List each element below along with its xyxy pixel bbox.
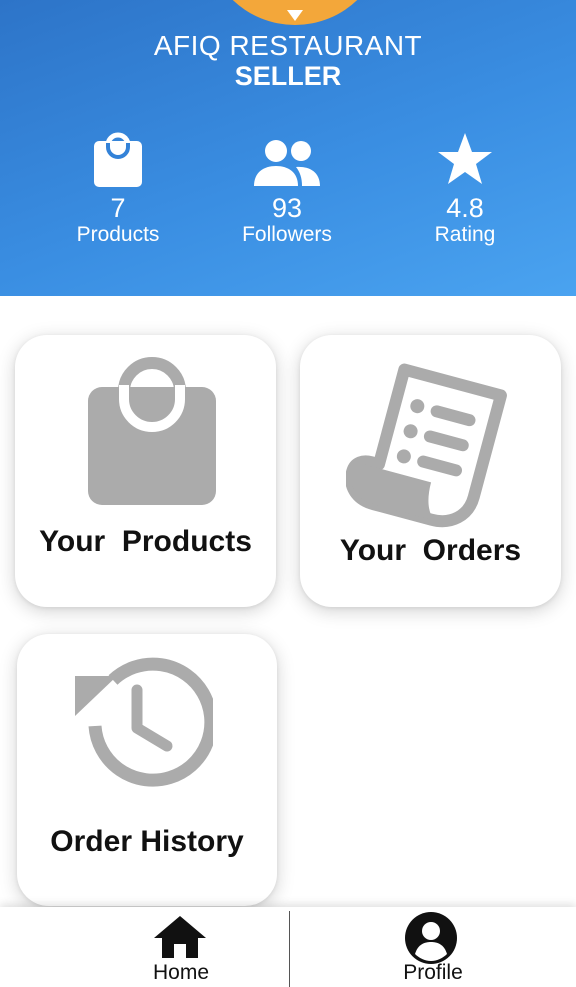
your-orders-card[interactable]: Your Orders (300, 335, 561, 607)
your-products-card[interactable]: Your Products (15, 335, 276, 607)
star-icon (438, 133, 492, 184)
stat-products-value: 7 (110, 193, 126, 223)
people-icon (254, 140, 320, 186)
nav-home-label: Home (152, 961, 210, 984)
avatar[interactable] (205, 0, 385, 25)
nav-profile[interactable]: Profile (333, 907, 533, 987)
order-history-card[interactable]: Order History (17, 634, 277, 906)
account-icon (405, 912, 457, 964)
stat-followers-label: Followers (242, 223, 332, 246)
stat-followers-value: 93 (271, 193, 303, 223)
home-icon (154, 916, 206, 958)
stat-products: 7 Products (43, 127, 193, 247)
stat-products-label: Products (76, 223, 160, 246)
shopping-bag-icon (88, 357, 216, 505)
store-name: AFIQ RESTAURANT (153, 30, 423, 61)
nav-profile-label: Profile (403, 961, 463, 984)
stat-rating-label: Rating (434, 223, 496, 246)
receipt-icon (346, 363, 507, 528)
nav-home[interactable]: Home (81, 907, 281, 987)
stat-followers: 93 Followers (212, 127, 362, 247)
order-history-label: Order History (50, 825, 244, 858)
stat-rating: 4.8 Rating (390, 127, 540, 247)
bottom-navigation: Home Profile (0, 907, 576, 987)
shopping-bag-icon (94, 132, 142, 187)
avatar-indicator (287, 10, 303, 21)
history-icon (75, 657, 213, 787)
account-role: SELLER (234, 61, 342, 91)
profile-header: AFIQ RESTAURANT SELLER 7 Products 93 Fol… (0, 0, 576, 296)
stat-rating-value: 4.8 (446, 193, 484, 223)
nav-divider (289, 911, 290, 987)
your-products-label: Your Products (39, 525, 252, 558)
your-orders-label: Your Orders (339, 534, 522, 567)
